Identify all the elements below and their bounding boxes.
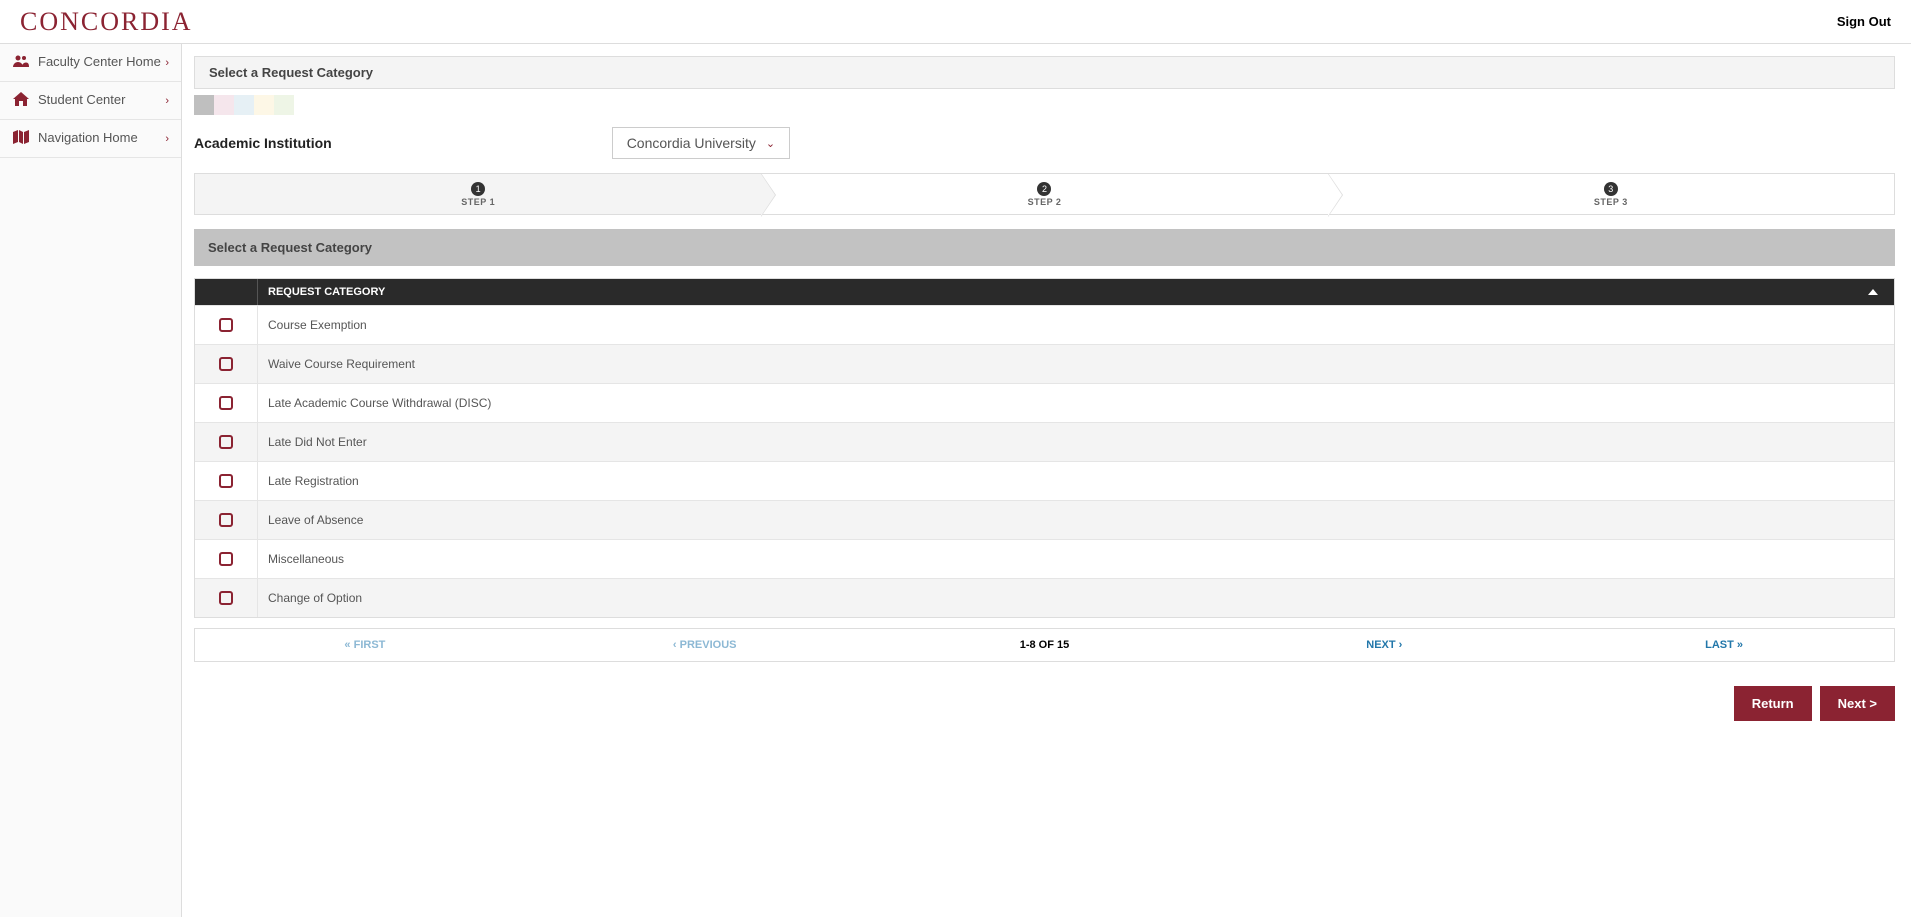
sidebar-item-student-center[interactable]: Student Center › (0, 82, 181, 120)
step-badge: 2 (1037, 182, 1051, 196)
table-row[interactable]: Late Did Not Enter (195, 422, 1894, 461)
institution-row: Academic Institution Concordia Universit… (194, 127, 1895, 159)
logo: CONCORDIA (20, 7, 193, 37)
category-name: Late Did Not Enter (258, 423, 1894, 461)
select-checkbox[interactable] (219, 591, 233, 605)
page-header: CONCORDIA Sign Out (0, 0, 1911, 44)
category-name: Late Registration (258, 462, 1894, 500)
select-checkbox[interactable] (219, 318, 233, 332)
table-row[interactable]: Miscellaneous (195, 539, 1894, 578)
sort-ascending-icon (1868, 289, 1878, 295)
step-2[interactable]: 2 STEP 2 (761, 174, 1327, 214)
table-row[interactable]: Change of Option (195, 578, 1894, 617)
select-column-header (195, 279, 258, 305)
row-select-cell (195, 384, 258, 422)
step-3[interactable]: 3 STEP 3 (1328, 174, 1894, 214)
next-button[interactable]: Next > (1820, 686, 1895, 721)
redacted-info (194, 95, 314, 115)
pagination: « FIRST ‹ PREVIOUS 1-8 OF 15 NEXT › LAST… (194, 628, 1895, 662)
select-checkbox[interactable] (219, 357, 233, 371)
table-row[interactable]: Late Registration (195, 461, 1894, 500)
content-area: Select a Request Category Academic Insti… (182, 44, 1911, 917)
row-select-cell (195, 579, 258, 617)
category-column-header[interactable]: REQUEST CATEGORY (258, 279, 1894, 305)
row-select-cell (195, 462, 258, 500)
select-checkbox[interactable] (219, 435, 233, 449)
category-name: Course Exemption (258, 306, 1894, 344)
map-icon (12, 130, 30, 147)
table-header-row: REQUEST CATEGORY (195, 279, 1894, 305)
chevron-down-icon: ⌄ (766, 137, 775, 150)
sidebar-item-label: Student Center (38, 92, 125, 109)
users-icon (12, 54, 30, 71)
sidebar-item-navigation-home[interactable]: Navigation Home › (0, 120, 181, 158)
sign-out-link[interactable]: Sign Out (1837, 14, 1891, 29)
category-name: Leave of Absence (258, 501, 1894, 539)
step-label: STEP 3 (1594, 197, 1628, 207)
table-row[interactable]: Late Academic Course Withdrawal (DISC) (195, 383, 1894, 422)
row-select-cell (195, 345, 258, 383)
pagination-next[interactable]: NEXT › (1214, 629, 1554, 661)
category-name: Waive Course Requirement (258, 345, 1894, 383)
select-checkbox[interactable] (219, 552, 233, 566)
table-row[interactable]: Course Exemption (195, 305, 1894, 344)
category-name: Late Academic Course Withdrawal (DISC) (258, 384, 1894, 422)
chevron-right-icon: › (165, 133, 169, 145)
step-badge: 1 (471, 182, 485, 196)
stepper: 1 STEP 1 2 STEP 2 3 STEP 3 (194, 173, 1895, 215)
pagination-last[interactable]: LAST » (1554, 629, 1894, 661)
select-checkbox[interactable] (219, 513, 233, 527)
pagination-info: 1-8 OF 15 (875, 629, 1215, 661)
main-layout: Faculty Center Home › Student Center › N… (0, 44, 1911, 917)
category-table: REQUEST CATEGORY Course ExemptionWaive C… (194, 278, 1895, 618)
step-1[interactable]: 1 STEP 1 (195, 174, 761, 214)
select-checkbox[interactable] (219, 474, 233, 488)
sidebar-item-label: Faculty Center Home (38, 54, 161, 71)
step-label: STEP 2 (1028, 197, 1062, 207)
section-header: Select a Request Category (194, 56, 1895, 89)
category-name: Change of Option (258, 579, 1894, 617)
sidebar: Faculty Center Home › Student Center › N… (0, 44, 182, 917)
footer-actions: Return Next > (194, 686, 1895, 721)
step-badge: 3 (1604, 182, 1618, 196)
home-icon (12, 92, 30, 109)
row-select-cell (195, 423, 258, 461)
row-select-cell (195, 306, 258, 344)
table-body: Course ExemptionWaive Course Requirement… (195, 305, 1894, 617)
chevron-right-icon: › (165, 57, 169, 69)
chevron-right-icon: › (165, 95, 169, 107)
row-select-cell (195, 501, 258, 539)
sidebar-item-label: Navigation Home (38, 130, 138, 147)
select-checkbox[interactable] (219, 396, 233, 410)
category-name: Miscellaneous (258, 540, 1894, 578)
table-section-title: Select a Request Category (194, 229, 1895, 266)
table-row[interactable]: Leave of Absence (195, 500, 1894, 539)
return-button[interactable]: Return (1734, 686, 1812, 721)
step-label: STEP 1 (461, 197, 495, 207)
institution-dropdown[interactable]: Concordia University ⌄ (612, 127, 790, 159)
institution-value: Concordia University (627, 135, 756, 151)
pagination-first[interactable]: « FIRST (195, 629, 535, 661)
table-row[interactable]: Waive Course Requirement (195, 344, 1894, 383)
row-select-cell (195, 540, 258, 578)
sidebar-item-faculty-center[interactable]: Faculty Center Home › (0, 44, 181, 82)
pagination-previous[interactable]: ‹ PREVIOUS (535, 629, 875, 661)
institution-label: Academic Institution (194, 135, 332, 151)
